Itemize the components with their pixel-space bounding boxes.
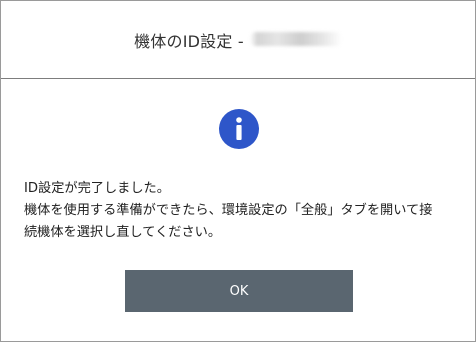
ok-button[interactable]: OK [125, 270, 353, 312]
dialog-title: 機体のID設定 - [134, 31, 244, 51]
id-settings-dialog: 機体のID設定 - ID設定が完了しました。 機体を使用する準備ができたら、環境… [0, 0, 476, 342]
blurred-device-name [249, 31, 342, 46]
info-icon [219, 109, 259, 149]
message-line-2: 機体を使用する準備ができたら、環境設定の「全般」タブを開いて接 [24, 203, 433, 218]
dialog-header: 機体のID設定 - [1, 1, 475, 79]
message-line-1: ID設定が完了しました。 [24, 181, 170, 196]
dialog-message: ID設定が完了しました。 機体を使用する準備ができたら、環境設定の「全般」タブを… [24, 178, 464, 244]
message-line-3: 続機体を選択し直してください。 [24, 225, 222, 240]
